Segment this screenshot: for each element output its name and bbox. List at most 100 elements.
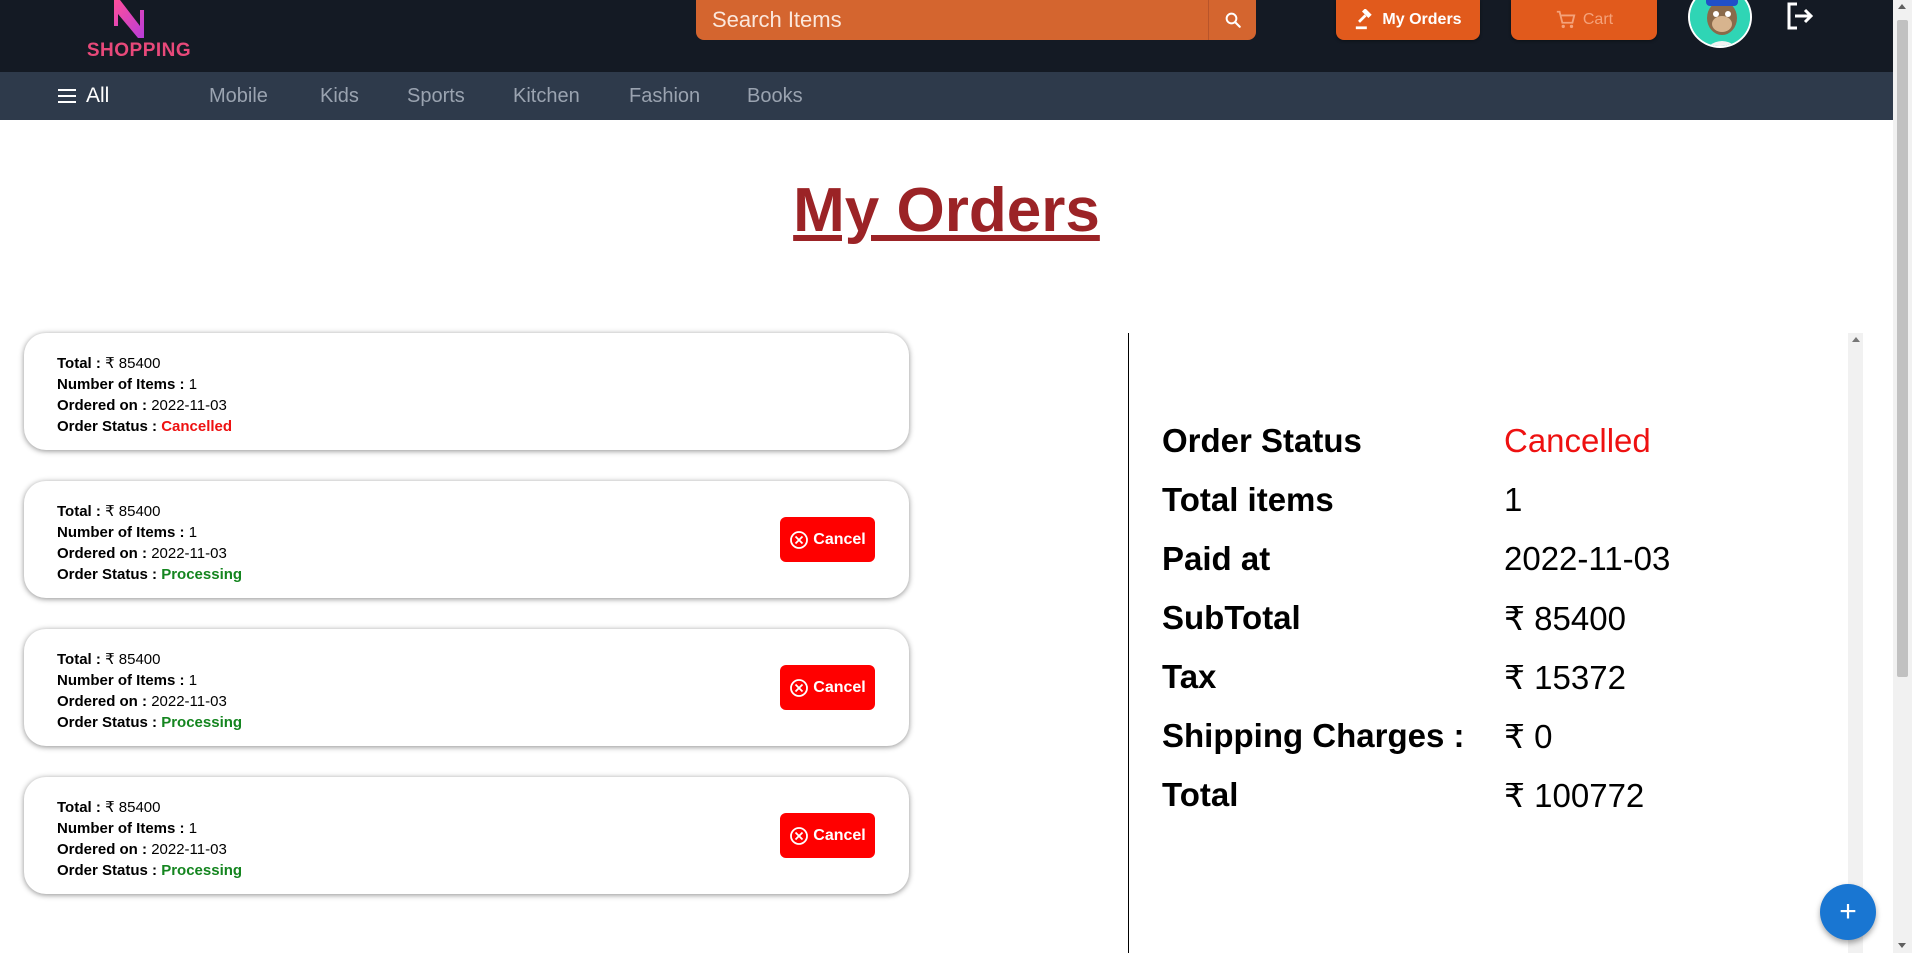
order-details: Total : ₹ 85400 Number of Items : 1 Orde… [57,649,242,733]
panel-scrollbar[interactable] [1848,333,1863,953]
order-status: Processing [161,862,243,879]
order-date: 2022-11-03 [151,693,227,710]
logout-icon[interactable] [1784,0,1816,32]
order-status: Processing [161,714,243,731]
order-total: ₹ 85400 [105,651,161,668]
cancel-button[interactable]: Cancel [780,665,875,710]
cart-label: Cart [1582,11,1614,28]
ordered-on-label: Ordered on : [57,397,148,414]
order-date: 2022-11-03 [151,397,227,414]
ordered-on-label: Ordered on : [57,545,148,562]
order-card[interactable]: Total : ₹ 85400 Number of Items : 1 Orde… [24,777,909,894]
logo-text: SHOPPING [86,40,192,61]
summary-label: Total items [1162,481,1334,518]
total-label: Total : [57,355,101,372]
all-label: All [86,84,110,107]
summary-value: 1 [1504,481,1523,518]
all-categories-button[interactable]: All [58,72,109,120]
summary-label: Tax [1162,658,1217,695]
search-input[interactable] [696,0,1208,40]
order-total: ₹ 85400 [105,503,161,520]
scroll-thumb[interactable] [1897,20,1908,677]
total-label: Total : [57,799,101,816]
cancel-circle-icon [790,530,809,549]
summary-label: Shipping Charges : [1162,717,1465,754]
top-header: SHOPPING My Orders Cart [0,0,1893,72]
shopping-logo-icon [114,0,144,38]
category-sports[interactable]: Sports [407,72,465,120]
search-icon [1225,12,1241,28]
status-label: Order Status : [57,566,158,583]
items-label: Number of Items : [57,672,185,689]
page-title: My Orders [793,176,1100,245]
order-details: Total : ₹ 85400 Number of Items : 1 Orde… [57,797,242,881]
scroll-up-icon[interactable] [1898,4,1906,9]
summary-label: Order Status [1162,422,1362,459]
order-status: Processing [161,566,243,583]
order-date: 2022-11-03 [151,841,227,858]
total-label: Total : [57,651,101,668]
cancel-button[interactable]: Cancel [780,813,875,858]
cancel-button[interactable]: Cancel [780,517,875,562]
status-label: Order Status : [57,418,158,435]
summary-value: ₹ 15372 [1504,659,1626,696]
order-items: 1 [188,376,198,393]
order-card[interactable]: Total : ₹ 85400 Number of Items : 1 Orde… [24,333,909,450]
cart-button[interactable]: Cart [1511,0,1657,40]
summary-label: SubTotal [1162,599,1301,636]
summary-label: Paid at [1162,540,1271,577]
order-status: Cancelled [161,418,233,435]
avatar-image [1690,0,1750,46]
category-kitchen[interactable]: Kitchen [513,72,580,120]
cancel-circle-icon [790,678,809,697]
status-label: Order Status : [57,862,158,879]
search-bar [696,0,1256,40]
avatar[interactable] [1688,0,1752,48]
order-card[interactable]: Total : ₹ 85400 Number of Items : 1 Orde… [24,629,909,746]
summary-label: Total [1162,776,1239,813]
page-scrollbar[interactable] [1893,0,1912,953]
cancel-label: Cancel [813,530,866,548]
order-card[interactable]: Total : ₹ 85400 Number of Items : 1 Orde… [24,481,909,598]
order-date: 2022-11-03 [151,545,227,562]
cart-icon [1556,10,1576,29]
category-bar: All Mobile Kids Sports Kitchen Fashion B… [0,72,1893,120]
menu-icon [58,89,76,103]
ordered-on-label: Ordered on : [57,841,148,858]
order-items: 1 [188,524,198,541]
my-orders-button[interactable]: My Orders [1336,0,1480,40]
search-button[interactable] [1208,0,1256,40]
panel-scroll-up-icon[interactable] [1852,337,1860,342]
category-kids[interactable]: Kids [320,72,359,120]
status-label: Order Status : [57,714,158,731]
total-label: Total : [57,503,101,520]
floating-action-button[interactable]: + [1820,884,1876,940]
summary-value: Cancelled [1504,422,1651,459]
summary-value: ₹ 0 [1504,718,1553,755]
cancel-circle-icon [790,826,809,845]
category-books[interactable]: Books [747,72,803,120]
panel-divider [1128,333,1129,953]
order-total: ₹ 85400 [105,355,161,372]
gavel-icon [1356,9,1373,30]
items-label: Number of Items : [57,524,185,541]
my-orders-label: My Orders [1382,11,1462,28]
summary-value: ₹ 100772 [1504,777,1645,814]
category-mobile[interactable]: Mobile [209,72,268,120]
ordered-on-label: Ordered on : [57,693,148,710]
summary-value: ₹ 85400 [1504,600,1626,637]
items-label: Number of Items : [57,820,185,837]
logo[interactable]: SHOPPING [84,0,194,66]
cancel-label: Cancel [813,678,866,696]
category-fashion[interactable]: Fashion [629,72,700,120]
items-label: Number of Items : [57,376,185,393]
order-details: Total : ₹ 85400 Number of Items : 1 Orde… [57,353,232,437]
plus-icon: + [1839,895,1857,928]
order-total: ₹ 85400 [105,799,161,816]
order-details: Total : ₹ 85400 Number of Items : 1 Orde… [57,501,242,585]
order-items: 1 [188,672,198,689]
order-items: 1 [188,820,198,837]
summary-value: 2022-11-03 [1504,540,1671,577]
scroll-down-icon[interactable] [1898,943,1906,948]
cancel-label: Cancel [813,826,866,844]
